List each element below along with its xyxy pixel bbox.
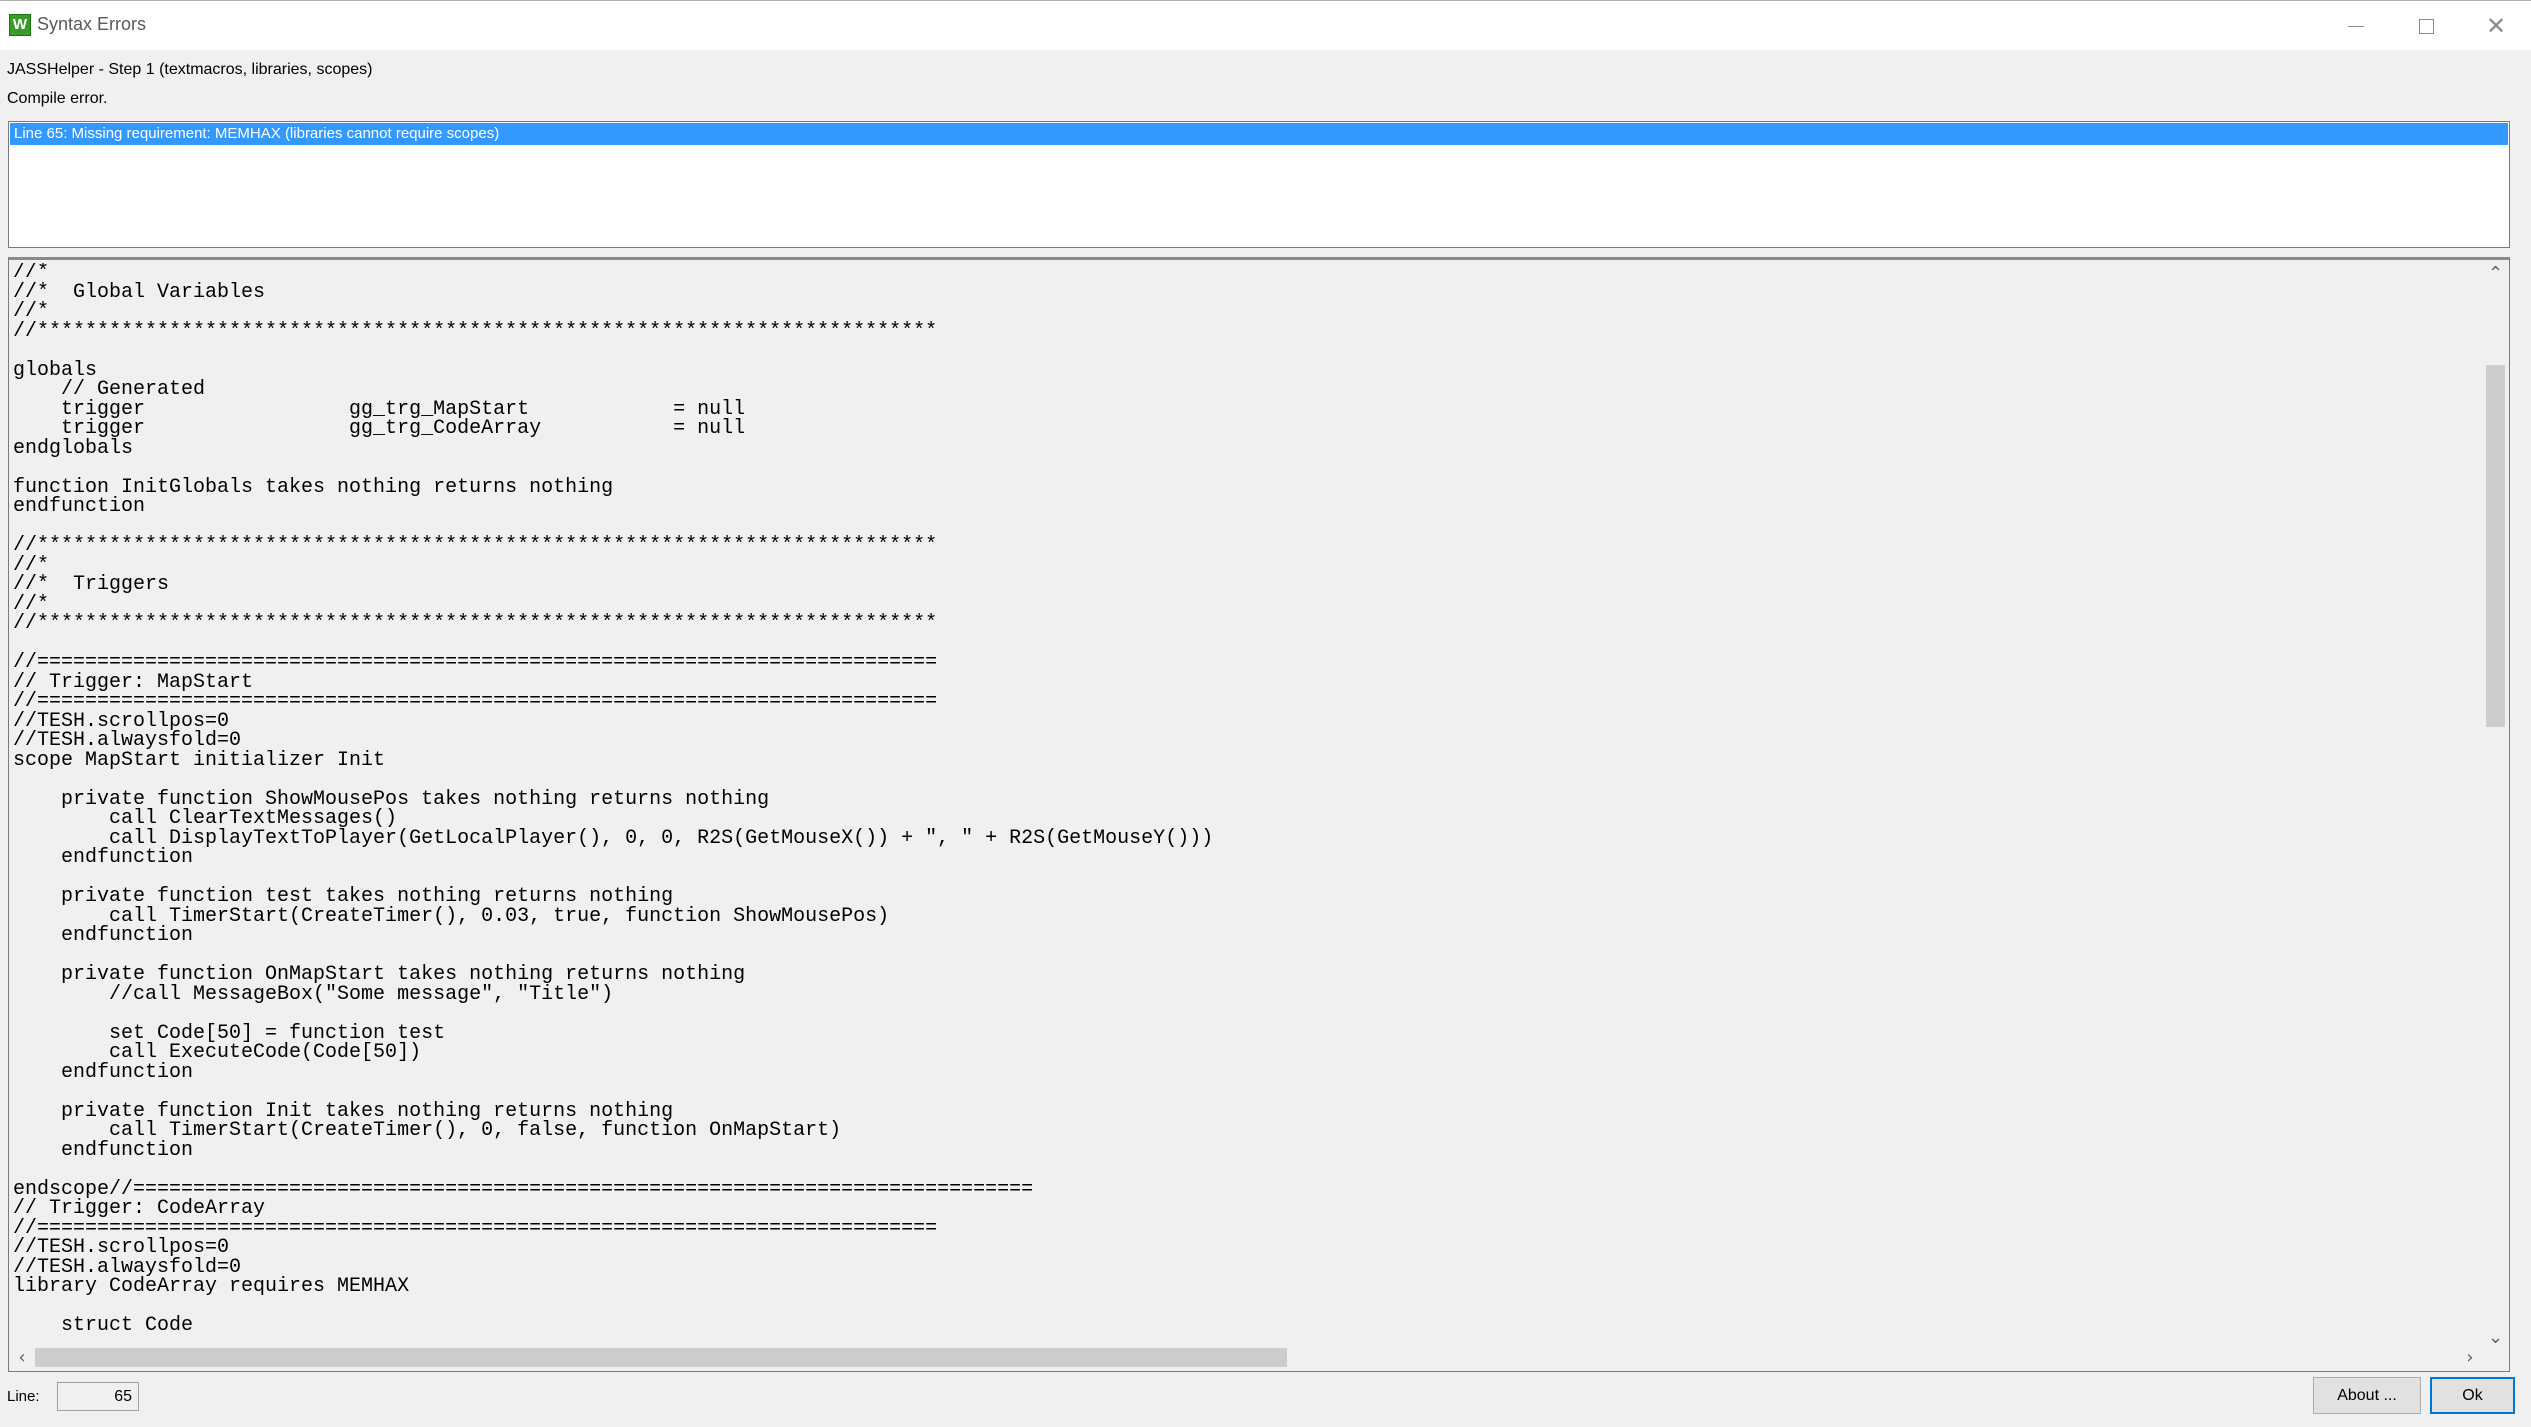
minimize-button[interactable] xyxy=(2321,1,2391,51)
scrollbar-corner xyxy=(2482,1344,2509,1371)
close-button[interactable]: ✕ xyxy=(2461,1,2531,51)
error-item[interactable]: Line 65: Missing requirement: MEMHAX (li… xyxy=(10,123,2508,145)
code-line: //**************************************… xyxy=(13,612,938,635)
vertical-scrollbar[interactable]: ⌃ ⌄ xyxy=(2482,260,2509,1350)
maximize-icon xyxy=(2418,18,2434,34)
code-text[interactable]: //* //* Global Variables //* //*********… xyxy=(13,263,2473,1343)
code-view[interactable]: //* //* Global Variables //* //*********… xyxy=(8,257,2510,1372)
line-number-field[interactable]: 65 xyxy=(57,1382,139,1411)
scroll-right-icon[interactable]: › xyxy=(2457,1344,2483,1371)
about-button[interactable]: About ... xyxy=(2313,1377,2421,1414)
code-line: scope MapStart initializer Init xyxy=(13,748,386,772)
horizontal-scrollbar[interactable]: ‹ › xyxy=(9,1344,2483,1371)
minimize-icon xyxy=(2348,25,2364,27)
vertical-scroll-thumb[interactable] xyxy=(2486,365,2505,727)
maximize-button[interactable] xyxy=(2391,1,2461,51)
code-line: endfunction xyxy=(13,1138,194,1162)
horizontal-scroll-thumb[interactable] xyxy=(35,1348,1287,1367)
code-line: library CodeArray requires MEMHAX xyxy=(13,1275,410,1298)
window-title: Syntax Errors xyxy=(37,14,147,34)
scroll-left-icon[interactable]: ‹ xyxy=(9,1344,35,1371)
title-bar[interactable]: W Syntax Errors ✕ xyxy=(0,0,2531,50)
code-line: endfunction xyxy=(13,846,194,869)
app-icon: W xyxy=(9,14,31,36)
step-label: JASSHelper - Step 1 (textmacros, librari… xyxy=(7,61,373,78)
code-line: //call MessageBox("Some message", "Title… xyxy=(13,982,614,1006)
code-line: endfunction xyxy=(13,924,194,947)
code-line: endglobals xyxy=(13,436,134,460)
ok-button[interactable]: Ok xyxy=(2430,1377,2515,1414)
code-line: //**************************************… xyxy=(13,534,938,557)
code-line: struct Code xyxy=(13,1314,194,1337)
scroll-up-icon[interactable]: ⌃ xyxy=(2482,260,2509,286)
code-line: //**************************************… xyxy=(13,319,938,343)
error-list[interactable]: Line 65: Missing requirement: MEMHAX (li… xyxy=(8,121,2510,248)
compile-status: Compile error. xyxy=(7,90,108,107)
code-line: endfunction xyxy=(13,1060,194,1084)
code-line: //* Global Variables xyxy=(13,280,266,304)
close-icon: ✕ xyxy=(2485,12,2507,40)
line-label: Line: xyxy=(7,1388,40,1405)
code-line: endfunction xyxy=(13,495,146,518)
